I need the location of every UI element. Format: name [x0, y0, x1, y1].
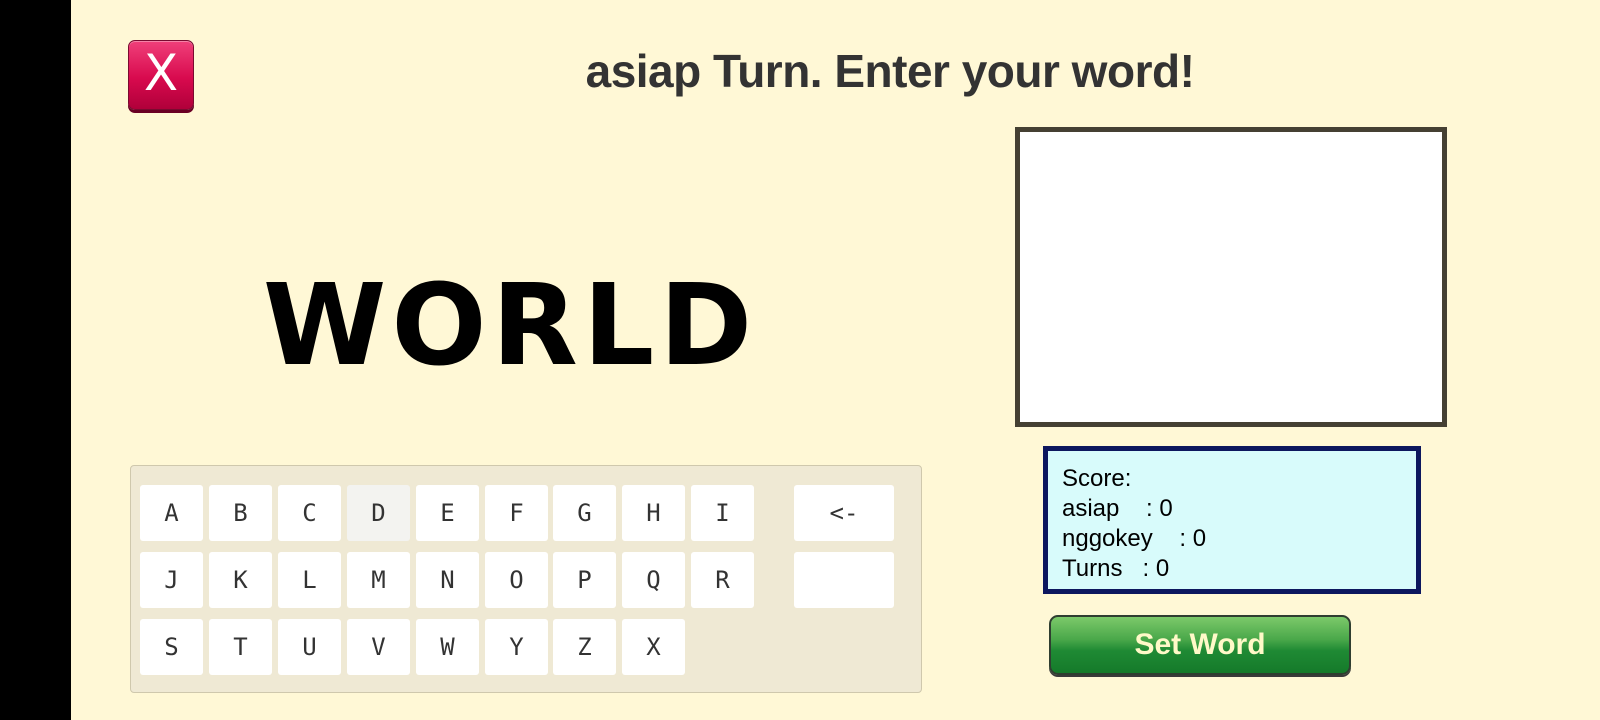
word-input-box[interactable] — [1015, 127, 1447, 427]
key-c[interactable]: C — [278, 485, 341, 541]
key-f[interactable]: F — [485, 485, 548, 541]
current-word-display: WORLD — [262, 261, 758, 391]
score-separator: : — [1152, 525, 1193, 552]
key-d[interactable]: D — [347, 485, 410, 541]
key-a[interactable]: A — [140, 485, 203, 541]
key-t[interactable]: T — [209, 619, 272, 675]
key-y[interactable]: Y — [485, 619, 548, 675]
score-row-turns: Turns : 0 — [1062, 554, 1416, 584]
key-w[interactable]: W — [416, 619, 479, 675]
game-screen: X asiap Turn. Enter your word! WORLD A B… — [0, 0, 1600, 720]
key-k[interactable]: K — [209, 552, 272, 608]
key-b[interactable]: B — [209, 485, 272, 541]
turns-count: 0 — [1155, 555, 1170, 582]
key-g[interactable]: G — [553, 485, 616, 541]
player-score: 0 — [1159, 495, 1173, 522]
player-score: 0 — [1192, 525, 1207, 552]
key-p[interactable]: P — [553, 552, 616, 608]
key-z[interactable]: Z — [553, 619, 616, 675]
key-h[interactable]: H — [622, 485, 685, 541]
set-word-button[interactable]: Set Word — [1049, 615, 1351, 675]
scoreboard-panel: Score: asiap : 0 nggokey : 0 Turns : 0 — [1043, 446, 1421, 594]
score-separator: : — [1119, 495, 1160, 522]
backspace-key[interactable]: <- — [794, 485, 894, 541]
key-j[interactable]: J — [140, 552, 203, 608]
key-r[interactable]: R — [691, 552, 754, 608]
close-button[interactable]: X — [128, 40, 194, 110]
key-e[interactable]: E — [416, 485, 479, 541]
turns-label: Turns — [1062, 555, 1123, 582]
score-row-asiap: asiap : 0 — [1062, 494, 1416, 524]
close-icon: X — [143, 44, 179, 102]
player-name: nggokey — [1062, 525, 1153, 552]
player-name: asiap — [1062, 495, 1120, 522]
key-v[interactable]: V — [347, 619, 410, 675]
key-q[interactable]: Q — [622, 552, 685, 608]
score-separator: : — [1122, 555, 1156, 582]
score-heading: Score: — [1062, 465, 1132, 492]
turn-title: asiap Turn. Enter your word! — [585, 45, 1195, 97]
left-black-strip — [0, 0, 71, 720]
key-i[interactable]: I — [691, 485, 754, 541]
key-o[interactable]: O — [485, 552, 548, 608]
key-l[interactable]: L — [278, 552, 341, 608]
key-m[interactable]: M — [347, 552, 410, 608]
key-s[interactable]: S — [140, 619, 203, 675]
score-row-nggokey: nggokey : 0 — [1062, 524, 1416, 554]
key-x[interactable]: X — [622, 619, 685, 675]
key-n[interactable]: N — [416, 552, 479, 608]
blank-key[interactable] — [794, 552, 894, 608]
letter-keyboard: A B C D E F G H I <- J K L M N O P Q R S… — [130, 465, 922, 693]
key-u[interactable]: U — [278, 619, 341, 675]
